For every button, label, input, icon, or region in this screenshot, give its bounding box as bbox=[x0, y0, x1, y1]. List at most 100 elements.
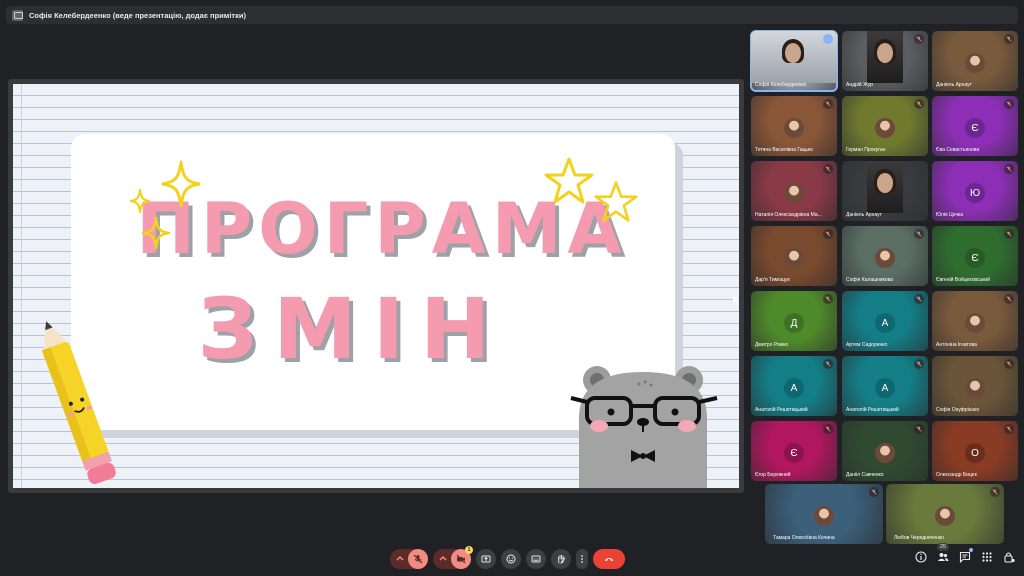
more-vert-icon bbox=[581, 555, 583, 563]
people-icon bbox=[937, 553, 949, 561]
presentation-banner: Софія Келебердеенко (веде презентацію, д… bbox=[6, 6, 1018, 24]
participant-tile[interactable]: Тамара Олексіївна Кочина bbox=[765, 484, 883, 544]
participant-name: Софія Калашникова bbox=[846, 277, 894, 283]
chat-button[interactable] bbox=[958, 548, 973, 564]
participant-tile[interactable]: Софія Калашникова bbox=[842, 226, 928, 286]
participant-tile[interactable]: Ю Юлія Цочка bbox=[932, 161, 1018, 221]
participant-name: Герман Прокуган bbox=[846, 147, 886, 153]
participant-name: Софія Келебердеенко bbox=[755, 82, 807, 88]
avatar: Є bbox=[965, 118, 985, 138]
mic-off-icon bbox=[823, 164, 833, 174]
avatar: А bbox=[875, 313, 895, 333]
participant-tile[interactable]: Данііл Савченко bbox=[842, 421, 928, 481]
participant-tile[interactable]: А Артем Сидоренко bbox=[842, 291, 928, 351]
leave-call-button[interactable] bbox=[593, 549, 625, 569]
participant-tile[interactable]: Андрій Жур bbox=[842, 31, 928, 91]
chat-icon bbox=[959, 551, 971, 563]
participant-name: Даніель Арнаут bbox=[936, 82, 972, 88]
participant-tile[interactable]: Софія Келебердеенко bbox=[750, 30, 838, 92]
avatar: Ю bbox=[965, 183, 985, 203]
participant-tile[interactable]: О Олександр Бицек bbox=[932, 421, 1018, 481]
meet-window: Софія Келебердеенко (веде презентацію, д… bbox=[0, 0, 1024, 576]
participant-count-badge: 25 bbox=[937, 543, 950, 551]
phone-hangup-icon bbox=[605, 558, 613, 562]
mic-off-icon bbox=[1004, 294, 1014, 304]
participant-tile[interactable]: А Анатолій Решетицький bbox=[842, 356, 928, 416]
participant-name: Андрій Жур bbox=[846, 82, 873, 88]
mic-off-icon bbox=[823, 294, 833, 304]
present-button[interactable] bbox=[476, 549, 496, 569]
participant-tile[interactable]: Є Єва Севастьянова bbox=[932, 96, 1018, 156]
participant-tile[interactable]: Д Дмитро Ряжко bbox=[751, 291, 837, 351]
participant-name: Тамара Олексіївна Кочина bbox=[773, 535, 835, 541]
participant-name: Євгеній Войцеховський bbox=[936, 277, 990, 283]
participant-tile[interactable]: Є Євгеній Войцеховський bbox=[932, 226, 1018, 286]
participant-name: Артем Сидоренко bbox=[846, 342, 888, 348]
participant-tile[interactable]: Софія Онуфрієнко bbox=[932, 356, 1018, 416]
mic-off-button[interactable] bbox=[408, 549, 428, 569]
avatar bbox=[814, 506, 834, 526]
mic-off-icon bbox=[869, 487, 879, 497]
participant-tile[interactable]: А Анатолій Решетицький bbox=[751, 356, 837, 416]
participant-name: Софія Онуфрієнко bbox=[936, 407, 980, 413]
emoji-icon bbox=[506, 554, 516, 564]
more-options-button[interactable] bbox=[576, 549, 588, 569]
chevron-up-icon[interactable] bbox=[395, 554, 405, 564]
participant-name: Єгор Бережний bbox=[755, 472, 791, 478]
avatar bbox=[784, 118, 804, 138]
avatar bbox=[965, 378, 985, 398]
participant-tile[interactable]: Герман Прокуган bbox=[842, 96, 928, 156]
presentation-stage[interactable]: ПРОГРАМА ЗМІН bbox=[8, 79, 744, 493]
captions-button[interactable] bbox=[526, 549, 546, 569]
mic-off-icon bbox=[914, 34, 924, 44]
people-button[interactable]: 25 bbox=[936, 543, 950, 564]
mic-off-icon bbox=[1004, 164, 1014, 174]
participant-tile[interactable]: Дар'я Тимощук bbox=[751, 226, 837, 286]
sparkle-icon bbox=[129, 188, 151, 214]
avatar bbox=[784, 183, 804, 203]
avatar bbox=[875, 443, 895, 463]
present-screen-icon bbox=[481, 555, 491, 563]
raise-hand-button[interactable] bbox=[551, 549, 571, 569]
mic-off-icon bbox=[1004, 359, 1014, 369]
avatar bbox=[875, 118, 895, 138]
avatar: Є bbox=[784, 443, 804, 463]
avatar: А bbox=[875, 378, 895, 398]
participant-tile[interactable]: Тетяна Василівна Гацько bbox=[751, 96, 837, 156]
participant-tile[interactable]: Даніель Арнаут bbox=[932, 31, 1018, 91]
mic-off-icon bbox=[914, 359, 924, 369]
reactions-button[interactable] bbox=[501, 549, 521, 569]
participant-tile[interactable]: Антоніна Ігнатова bbox=[932, 291, 1018, 351]
avatar: Д bbox=[784, 313, 804, 333]
camera-warning-badge: 1 bbox=[465, 546, 473, 554]
meeting-details-button[interactable] bbox=[914, 550, 928, 564]
person-face bbox=[877, 43, 893, 63]
chevron-up-icon[interactable] bbox=[438, 554, 448, 564]
participant-tile[interactable]: Даніель Арнаут bbox=[842, 161, 928, 221]
mic-off-icon bbox=[914, 99, 924, 109]
activities-button[interactable] bbox=[980, 550, 994, 564]
participant-tile[interactable]: Наталія Олександрівна Ма... bbox=[751, 161, 837, 221]
mouse-cursor bbox=[733, 296, 739, 304]
participant-name: Антоніна Ігнатова bbox=[936, 342, 977, 348]
participant-tile[interactable]: Є Єгор Бережний bbox=[751, 421, 837, 481]
participant-tile[interactable]: Любов Чередниченко bbox=[886, 484, 1004, 544]
side-controls: 25 bbox=[914, 543, 1016, 564]
mic-off-icon bbox=[1004, 99, 1014, 109]
host-controls-button[interactable] bbox=[1002, 550, 1016, 564]
mic-control[interactable] bbox=[390, 549, 428, 569]
avatar bbox=[784, 248, 804, 268]
lock-person-icon bbox=[1004, 552, 1015, 563]
participant-name: Данііл Савченко bbox=[846, 472, 884, 478]
participant-name: Наталія Олександрівна Ма... bbox=[755, 212, 822, 218]
presenter-title: Софія Келебердеенко (веде презентацію, д… bbox=[29, 10, 246, 20]
presentation-icon bbox=[12, 9, 23, 21]
camera-control[interactable]: 1 bbox=[433, 546, 473, 569]
participant-name: Дар'я Тимощук bbox=[755, 277, 790, 283]
avatar bbox=[875, 248, 895, 268]
person-face bbox=[785, 43, 801, 63]
avatar bbox=[935, 506, 955, 526]
mic-off-icon bbox=[914, 294, 924, 304]
star-icon bbox=[544, 157, 594, 204]
participant-name: Єва Севастьянова bbox=[936, 147, 980, 153]
